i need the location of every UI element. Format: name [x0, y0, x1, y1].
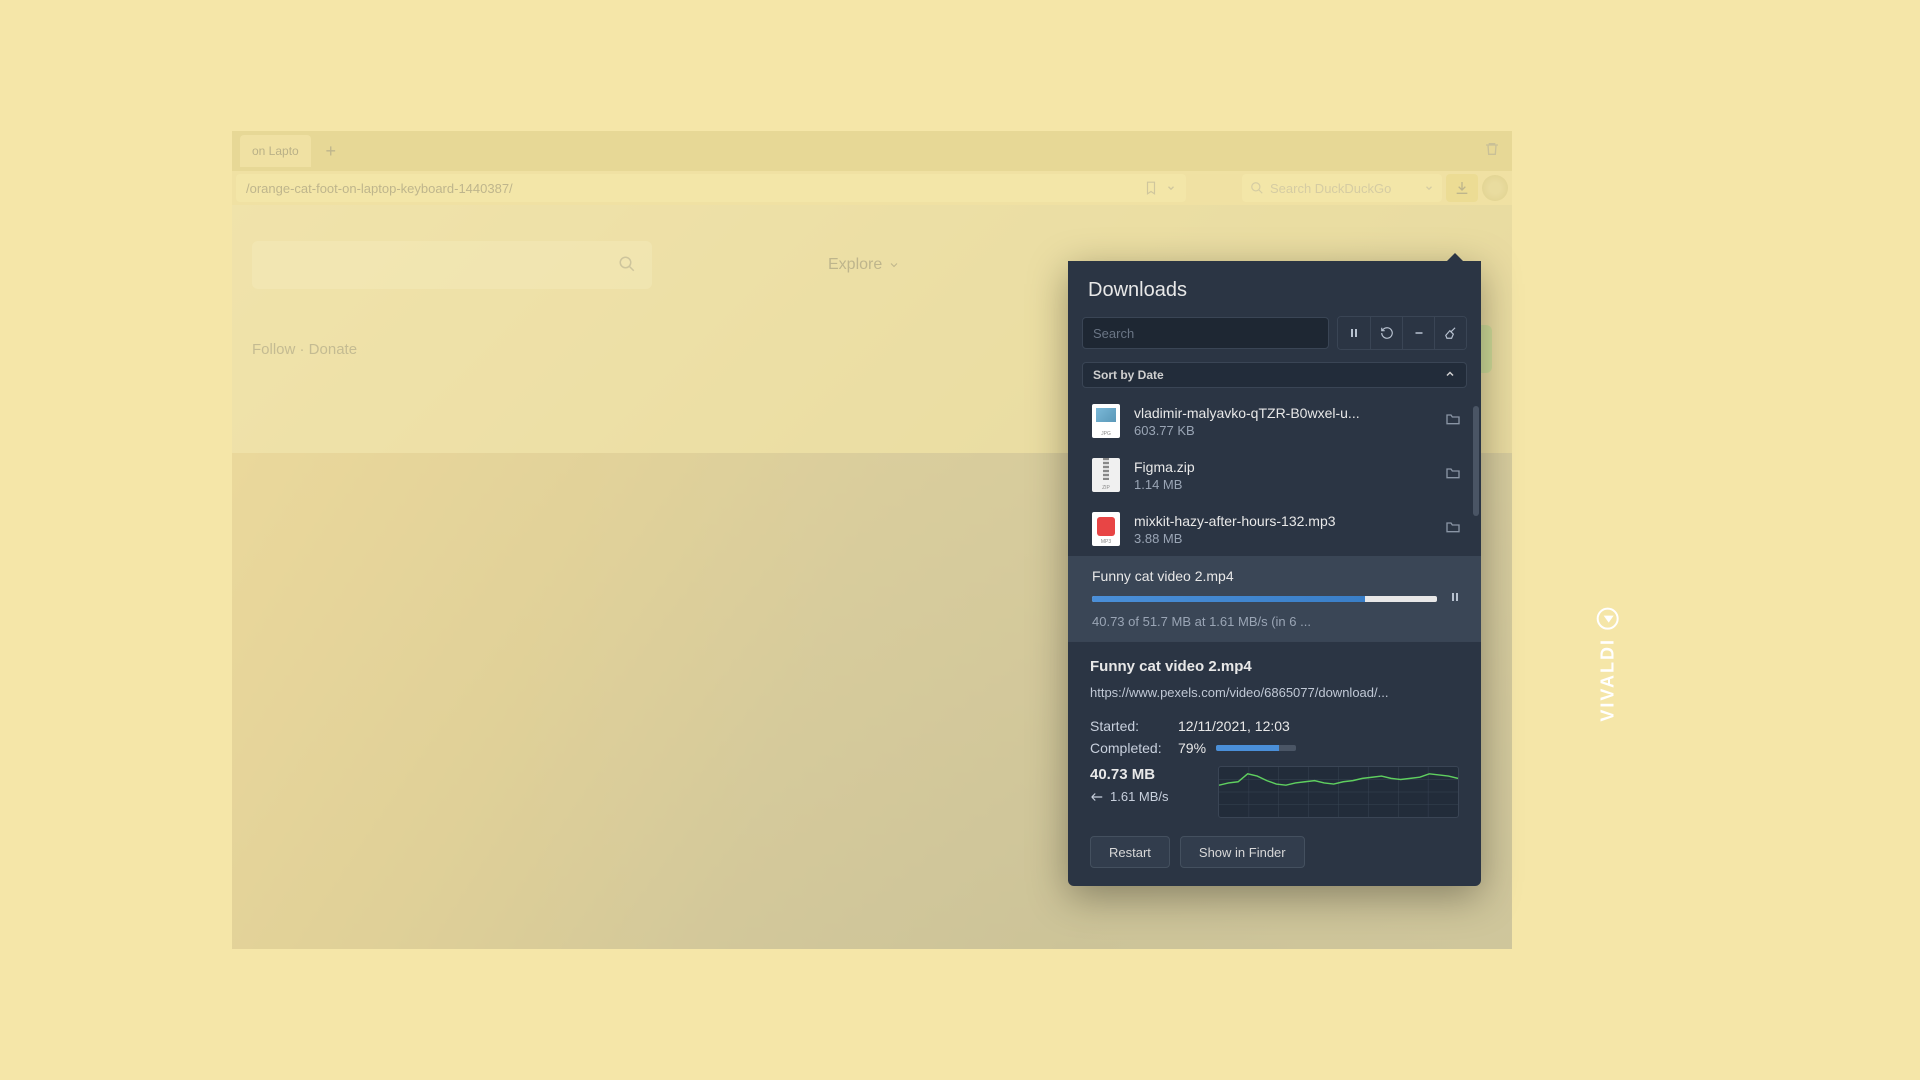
vivaldi-watermark: VIVALDI — [1597, 608, 1619, 722]
address-bar: /orange-cat-foot-on-laptop-keyboard-1440… — [232, 171, 1512, 205]
broom-icon — [1444, 326, 1458, 340]
downloads-search-input[interactable] — [1082, 317, 1329, 349]
new-tab-button[interactable]: + — [319, 139, 343, 163]
panel-title: Downloads — [1068, 261, 1481, 316]
show-in-folder-icon[interactable] — [1445, 519, 1461, 540]
downloads-button[interactable] — [1446, 174, 1478, 202]
follow-donate-text[interactable]: Follow · Donate — [252, 341, 357, 358]
url-text: /orange-cat-foot-on-laptop-keyboard-1440… — [246, 181, 513, 196]
started-value: 12/11/2021, 12:03 — [1178, 718, 1290, 734]
search-placeholder: Search DuckDuckGo — [1270, 181, 1391, 196]
clear-all-button[interactable] — [1434, 317, 1466, 349]
progress-bar — [1092, 596, 1437, 602]
show-in-folder-icon[interactable] — [1445, 465, 1461, 486]
minus-icon — [1413, 327, 1425, 339]
resume-all-button[interactable] — [1370, 317, 1402, 349]
pause-all-button[interactable] — [1338, 317, 1370, 349]
started-label: Started: — [1090, 718, 1178, 734]
detail-url: https://www.pexels.com/video/6865077/dow… — [1090, 685, 1459, 700]
downloads-panel: Downloads Sort by Date — [1068, 261, 1481, 886]
download-item[interactable]: Figma.zip 1.14 MB — [1068, 448, 1481, 502]
detail-file-name: Funny cat video 2.mp4 — [1090, 658, 1459, 675]
file-icon-jpg — [1092, 404, 1120, 438]
mini-progress-bar — [1216, 745, 1296, 751]
search-field[interactable]: Search DuckDuckGo — [1242, 174, 1442, 202]
url-field[interactable]: /orange-cat-foot-on-laptop-keyboard-1440… — [236, 174, 1186, 202]
file-name: Funny cat video 2.mp4 — [1092, 568, 1461, 584]
file-icon-mp3 — [1092, 512, 1120, 546]
browser-chrome: on Lapto + /orange-cat-foot-on-laptop-ke… — [232, 131, 1512, 205]
chevron-down-icon[interactable] — [1424, 183, 1434, 193]
restart-button[interactable]: Restart — [1090, 836, 1170, 868]
file-name: Figma.zip — [1134, 459, 1431, 475]
remove-button[interactable] — [1402, 317, 1434, 349]
show-in-finder-button[interactable]: Show in Finder — [1180, 836, 1305, 868]
downloads-list: vladimir-malyavko-qTZR-B0wxel-u... 603.7… — [1068, 388, 1481, 641]
pause-icon — [1348, 327, 1360, 339]
profile-avatar[interactable] — [1482, 175, 1508, 201]
trash-icon[interactable] — [1484, 141, 1500, 162]
completed-label: Completed: — [1090, 740, 1178, 756]
download-speed: 1.61 MB/s — [1110, 789, 1169, 804]
file-name: vladimir-malyavko-qTZR-B0wxel-u... — [1134, 405, 1431, 421]
download-item-active[interactable]: Funny cat video 2.mp4 40.73 of 51.7 MB a… — [1068, 556, 1481, 641]
show-in-folder-icon[interactable] — [1445, 411, 1461, 432]
sort-header[interactable]: Sort by Date — [1082, 362, 1467, 388]
chevron-down-icon[interactable] — [1166, 183, 1176, 193]
download-item[interactable]: mixkit-hazy-after-hours-132.mp3 3.88 MB — [1068, 502, 1481, 556]
speed-graph — [1218, 766, 1459, 818]
bookmark-icon[interactable] — [1144, 181, 1158, 195]
file-size: 1.14 MB — [1134, 477, 1431, 492]
browser-tab[interactable]: on Lapto — [240, 135, 311, 167]
file-name: mixkit-hazy-after-hours-132.mp3 — [1134, 513, 1431, 529]
speed-icon — [1090, 790, 1104, 804]
site-search[interactable] — [252, 241, 652, 289]
download-status: 40.73 of 51.7 MB at 1.61 MB/s (in 6 ... — [1092, 614, 1461, 629]
download-details: Funny cat video 2.mp4 https://www.pexels… — [1068, 641, 1481, 886]
pause-download-icon[interactable] — [1449, 590, 1461, 608]
file-size: 3.88 MB — [1134, 531, 1431, 546]
file-icon-zip — [1092, 458, 1120, 492]
search-icon — [618, 255, 636, 278]
vivaldi-logo-icon — [1597, 608, 1619, 630]
search-icon — [1250, 181, 1264, 195]
download-item[interactable]: vladimir-malyavko-qTZR-B0wxel-u... 603.7… — [1068, 394, 1481, 448]
completed-value: 79% — [1178, 740, 1206, 756]
scrollbar[interactable] — [1473, 406, 1479, 516]
download-icon — [1454, 180, 1470, 196]
restart-icon — [1380, 326, 1394, 340]
file-size: 603.77 KB — [1134, 423, 1431, 438]
downloaded-size: 40.73 MB — [1090, 766, 1200, 783]
explore-link[interactable]: Explore — [828, 256, 900, 274]
tabstrip: on Lapto + — [232, 131, 1512, 171]
chevron-down-icon — [888, 259, 900, 271]
download-controls — [1337, 316, 1467, 350]
chevron-up-icon — [1444, 368, 1456, 383]
